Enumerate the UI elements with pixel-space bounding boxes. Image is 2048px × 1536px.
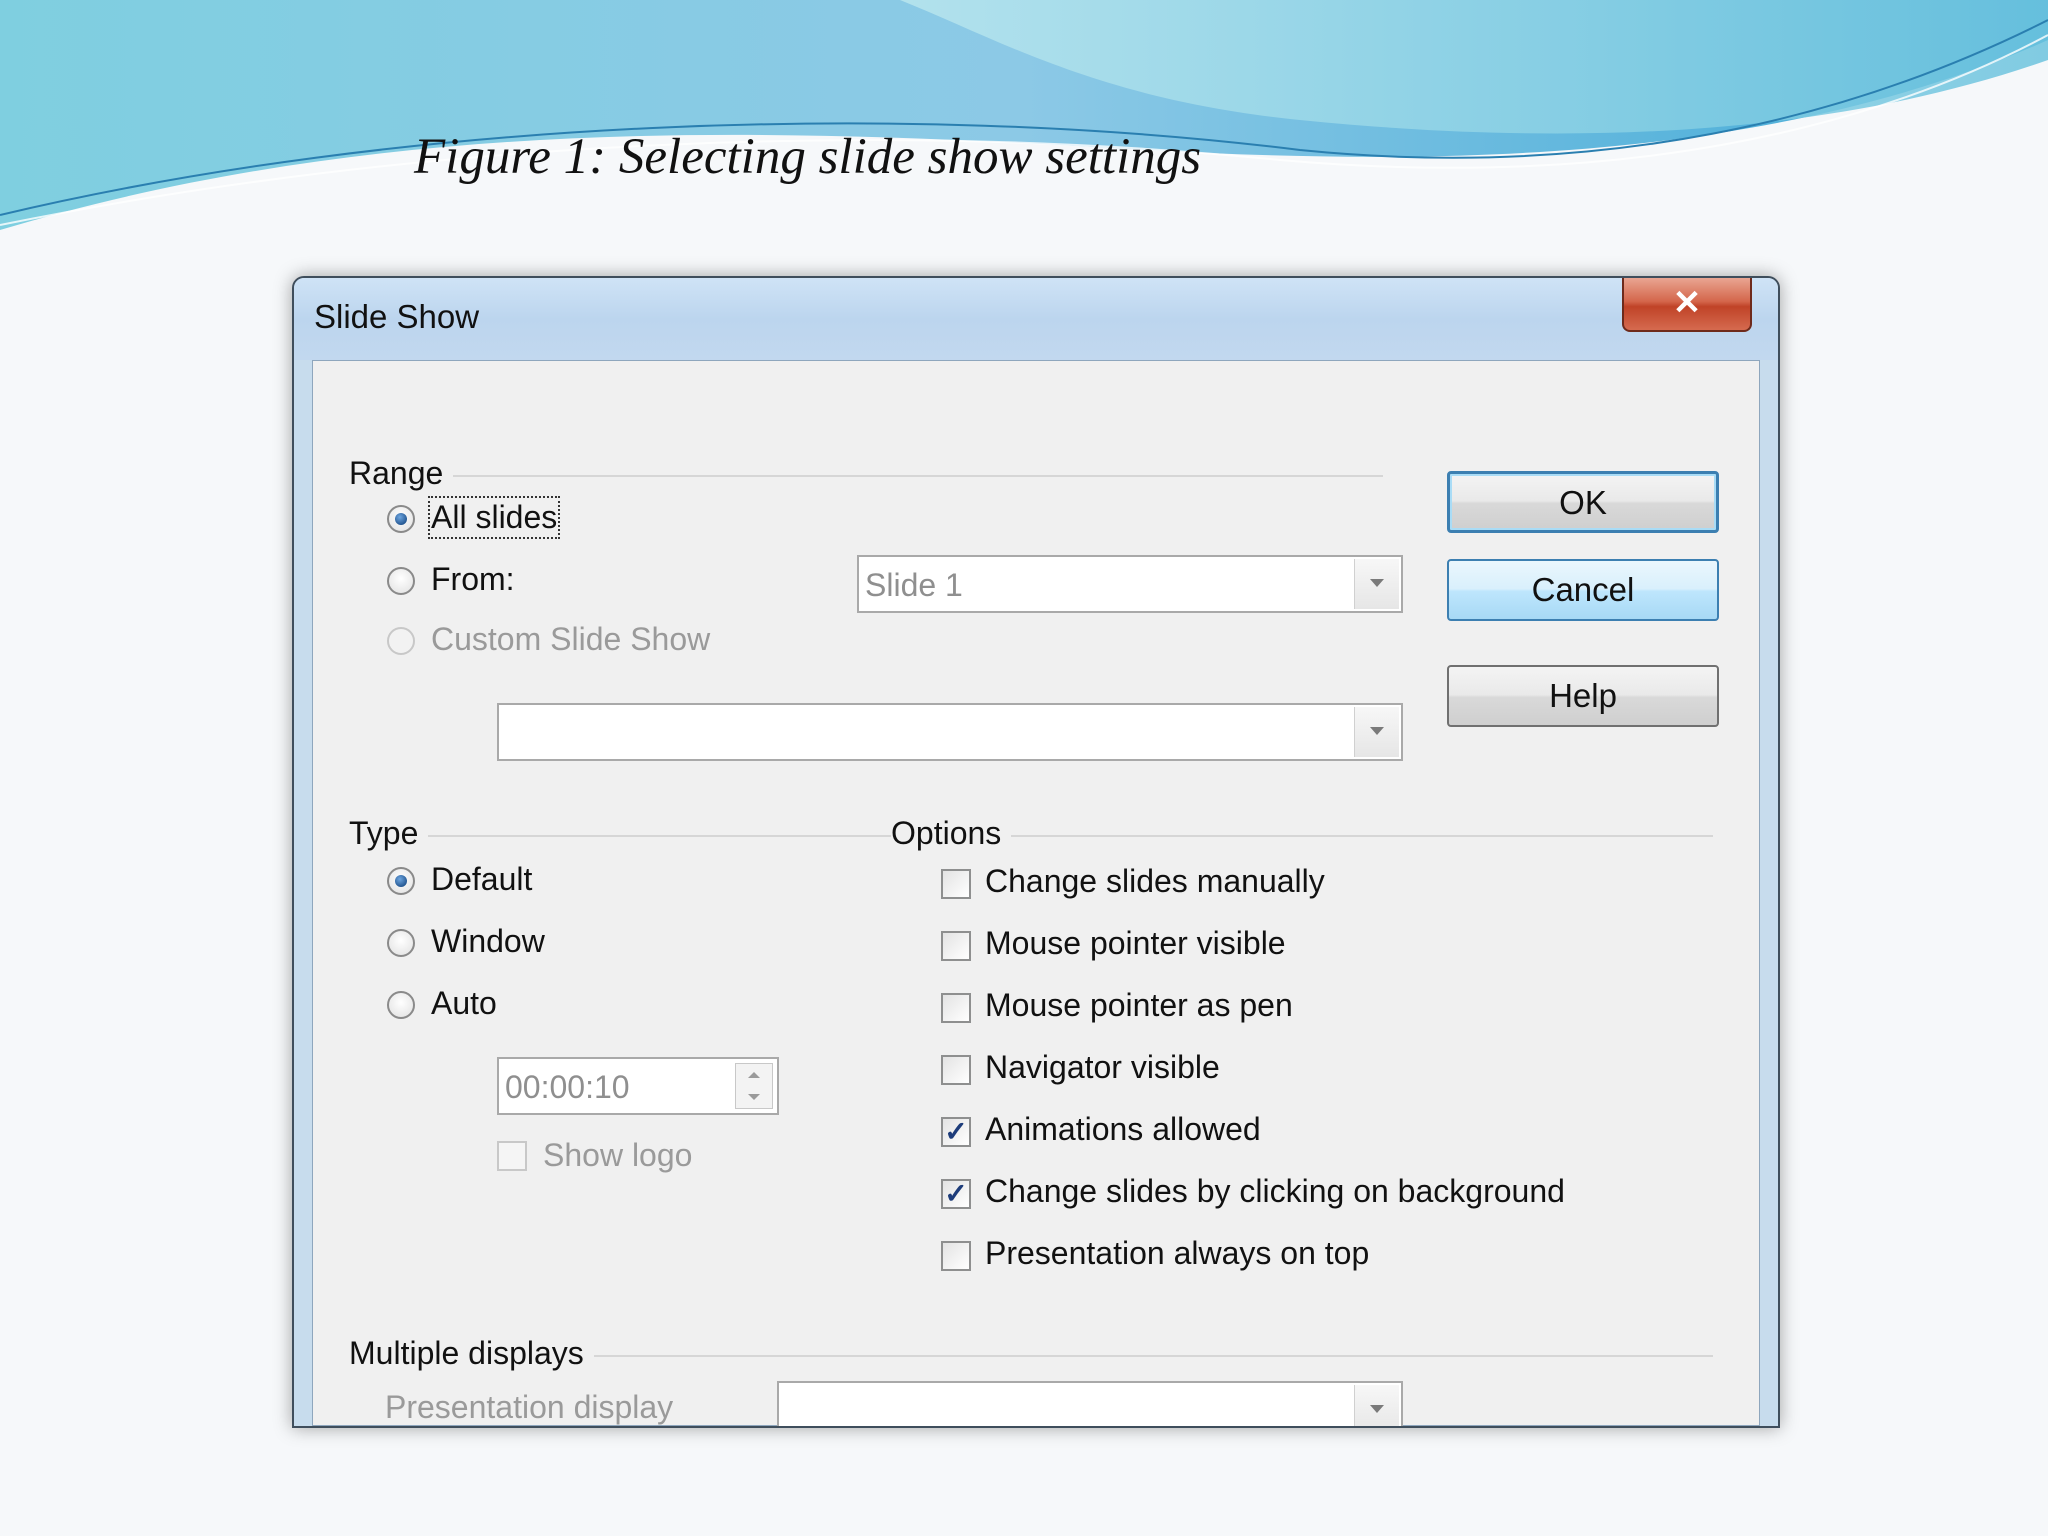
option-label[interactable]: Presentation always on top <box>985 1235 1369 1272</box>
dialog-client-area: Range All slides From: Slide 1 Custom Sl… <box>312 360 1760 1426</box>
type-default-radio[interactable] <box>387 867 415 895</box>
option-checkbox[interactable] <box>941 869 971 899</box>
presentation-display-select[interactable] <box>777 1381 1403 1426</box>
auto-time-value: 00:00:10 <box>505 1069 630 1105</box>
type-group-line <box>413 835 893 838</box>
options-group-label: Options <box>891 815 1012 852</box>
option-label[interactable]: Change slides by clicking on background <box>985 1173 1565 1210</box>
custom-slide-show-select[interactable] <box>497 703 1403 761</box>
displays-group-line <box>563 1355 1713 1358</box>
type-group-label: Type <box>349 815 429 852</box>
figure-caption: Figure 1: Selecting slide show settings <box>414 129 1202 185</box>
type-window-label[interactable]: Window <box>431 923 545 960</box>
type-auto-label[interactable]: Auto <box>431 985 497 1022</box>
checkmark-icon: ✓ <box>944 1178 968 1209</box>
cancel-button[interactable]: Cancel <box>1447 559 1719 621</box>
type-window-radio[interactable] <box>387 929 415 957</box>
all-slides-label[interactable]: All slides <box>427 496 561 539</box>
from-label[interactable]: From: <box>431 561 515 598</box>
chevron-down-icon[interactable] <box>1354 559 1399 609</box>
custom-slide-show-radio[interactable] <box>387 627 415 655</box>
option-label[interactable]: Mouse pointer as pen <box>985 987 1293 1024</box>
option-label[interactable]: Navigator visible <box>985 1049 1220 1086</box>
checkmark-icon: ✓ <box>944 1116 968 1147</box>
custom-slide-show-label[interactable]: Custom Slide Show <box>431 621 710 658</box>
chevron-down-icon[interactable] <box>1354 1385 1399 1426</box>
from-slide-select[interactable]: Slide 1 <box>857 555 1403 613</box>
auto-time-spinbox[interactable]: 00:00:10 <box>497 1057 779 1115</box>
help-button[interactable]: Help <box>1447 665 1719 727</box>
option-label[interactable]: Animations allowed <box>985 1111 1261 1148</box>
close-button[interactable]: ✕ <box>1622 278 1752 332</box>
chevron-down-icon[interactable] <box>1354 707 1399 757</box>
option-checkbox[interactable] <box>941 993 971 1023</box>
presentation-display-label: Presentation display <box>385 1389 674 1425</box>
from-radio[interactable] <box>387 567 415 595</box>
from-slide-value: Slide 1 <box>865 567 963 603</box>
option-checkbox[interactable]: ✓ <box>941 1179 971 1209</box>
option-checkbox[interactable] <box>941 1055 971 1085</box>
slide-background-waves <box>0 0 2048 230</box>
type-auto-radio[interactable] <box>387 991 415 1019</box>
displays-group-label: Multiple displays <box>349 1335 594 1372</box>
ok-button[interactable]: OK <box>1447 471 1719 533</box>
option-label[interactable]: Change slides manually <box>985 863 1325 900</box>
option-checkbox[interactable] <box>941 1241 971 1271</box>
range-group-label: Range <box>349 455 454 492</box>
option-checkbox[interactable] <box>941 931 971 961</box>
range-group-line <box>433 475 1383 478</box>
options-group-line <box>1003 835 1713 838</box>
show-logo-label[interactable]: Show logo <box>543 1137 692 1174</box>
type-default-label[interactable]: Default <box>431 861 532 898</box>
all-slides-radio[interactable] <box>387 505 415 533</box>
spin-arrows-icon[interactable] <box>735 1063 773 1109</box>
show-logo-checkbox[interactable] <box>497 1141 527 1171</box>
dialog-titlebar[interactable]: Slide Show ✕ <box>294 278 1778 360</box>
dialog-title: Slide Show <box>314 298 480 335</box>
option-label[interactable]: Mouse pointer visible <box>985 925 1286 962</box>
option-checkbox[interactable]: ✓ <box>941 1117 971 1147</box>
slide-show-dialog: Slide Show ✕ Range All slides From: Slid… <box>292 276 1780 1428</box>
close-icon: ✕ <box>1672 284 1702 322</box>
